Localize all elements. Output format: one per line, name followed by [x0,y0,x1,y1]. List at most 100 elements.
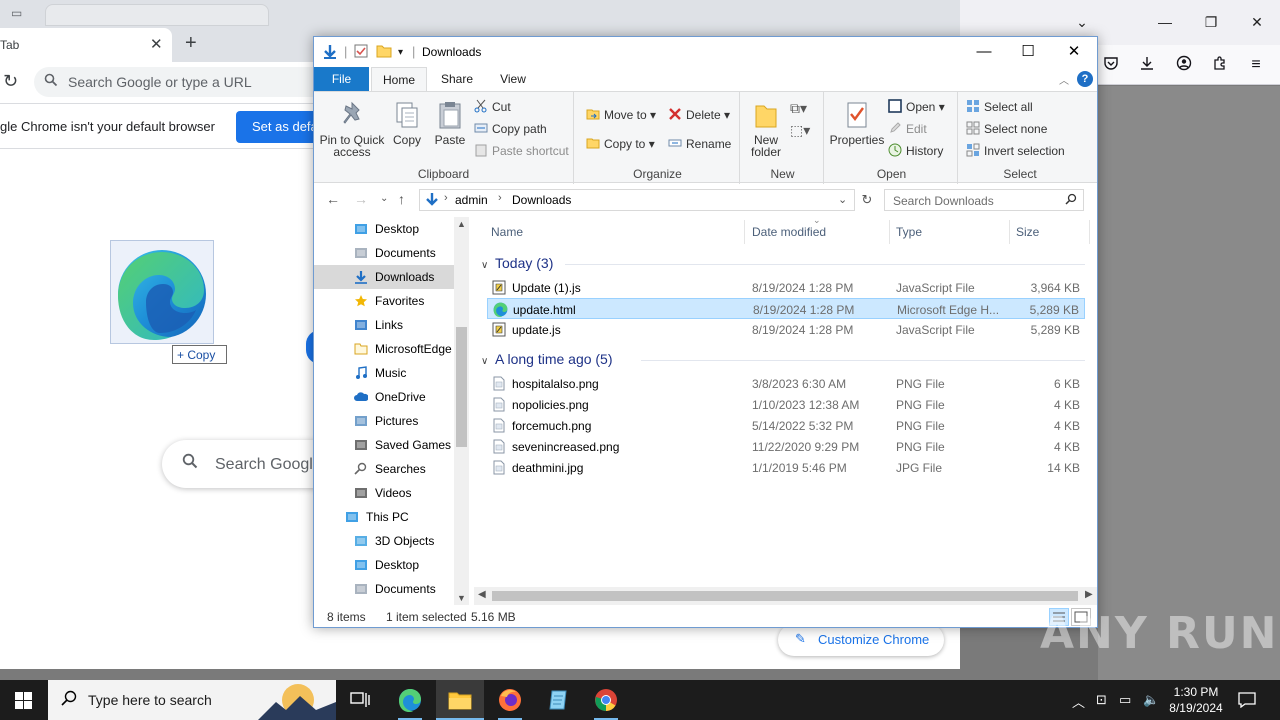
properties-button[interactable]: Properties [828,100,886,146]
breadcrumb-separator[interactable]: › [444,192,448,204]
column-size[interactable]: Size [1016,225,1039,239]
nav-item-downloads[interactable]: Downloads [314,265,454,289]
nav-item-links[interactable]: Links [314,313,454,337]
back-arrow-icon[interactable]: ← [326,191,340,207]
minimize-icon[interactable]: — [1153,10,1177,34]
account-icon[interactable] [1174,55,1194,75]
paste-button[interactable]: Paste [430,100,470,146]
collapse-ribbon-icon[interactable]: ︿ [1059,72,1069,87]
file-row[interactable]: Update (1).js 8/19/2024 1:28 PM JavaScript… [487,277,1085,298]
breadcrumb-admin[interactable]: admin [455,193,488,207]
start-button[interactable] [0,680,48,720]
easy-access-icon[interactable]: ⬚▾ [790,122,810,139]
copy-to-button[interactable]: Copy to ▾ [586,135,655,153]
customize-qat-icon[interactable]: ▾ [398,47,403,58]
chevron-down-icon[interactable]: ∨ [481,260,495,271]
network-icon[interactable]: ▭ [1119,692,1131,708]
rename-button[interactable]: Rename [668,135,731,153]
search-downloads-input[interactable]: Search Downloads [884,189,1084,211]
close-icon[interactable]: ✕ [1245,10,1269,34]
clock[interactable]: 1:30 PM 8/19/2024 [1160,684,1232,716]
file-row[interactable]: update.html 8/19/2024 1:28 PM Microsoft Ed… [487,298,1085,319]
nav-item-desktop[interactable]: Desktop [314,553,454,577]
properties-icon[interactable] [354,44,368,61]
file-row[interactable]: hospitalalso.png 3/8/2023 6:30 AM PNG File… [487,373,1085,394]
scroll-right-icon[interactable]: ▶ [1085,589,1093,600]
taskbar-chrome[interactable] [582,680,630,720]
paste-shortcut-button[interactable]: Paste shortcut [474,142,569,160]
invert-selection-button[interactable]: Invert selection [966,142,1065,160]
group-header[interactable]: ∨ A long time ago (5) [481,351,613,367]
nav-item-onedrive[interactable]: OneDrive [314,385,454,409]
column-separator[interactable] [1089,220,1090,244]
file-row[interactable]: deathmini.jpg 1/1/2019 5:46 PM JPG File 14 … [487,457,1085,478]
recent-locations-icon[interactable]: ⌄ [380,193,388,204]
delete-button[interactable]: Delete ▾ [668,106,730,124]
nav-item-documents[interactable]: Documents [314,577,454,601]
taskbar-notepad[interactable] [534,680,582,720]
nav-item-3d-objects[interactable]: 3D Objects [314,529,454,553]
customize-chrome-button[interactable]: ✎ Customize Chrome [778,624,944,656]
new-item-icon[interactable]: ⧉▾ [790,100,807,117]
downloads-icon[interactable] [1137,55,1157,75]
nav-scrollbar[interactable]: ▲ ▼ [454,217,469,607]
menu-icon[interactable]: ≡ [1246,55,1266,75]
tab-share[interactable]: Share [430,67,484,91]
nav-item-desktop[interactable]: Desktop [314,217,454,241]
address-bar[interactable]: › admin › Downloads ⌄ [419,189,855,211]
history-button[interactable]: History [888,142,943,160]
breadcrumb-separator[interactable]: › [498,192,502,204]
h-scroll-thumb[interactable] [492,591,1078,601]
move-to-button[interactable]: Move to ▾ [586,106,656,124]
tab-search-icon[interactable]: ▭ [11,6,22,20]
column-date-modified[interactable]: Date modified [752,225,826,239]
nav-item-documents[interactable]: Documents [314,241,454,265]
new-folder-icon[interactable] [376,44,392,61]
taskbar-firefox[interactable] [486,680,534,720]
copy-path-button[interactable]: Copy path [474,120,547,138]
volume-icon[interactable]: 🔈 [1143,692,1159,708]
select-none-button[interactable]: Select none [966,120,1047,138]
tab-home[interactable]: Home [371,67,427,91]
help-icon[interactable]: ? [1077,71,1093,87]
minimize-icon[interactable]: — [964,41,1004,63]
omnibox[interactable]: Search Google or type a URL [34,67,334,97]
chevron-down-icon[interactable]: ⌄ [1070,10,1094,34]
cut-button[interactable]: Cut [474,98,511,116]
pocket-icon[interactable] [1101,55,1121,75]
nav-item-music[interactable]: Music [314,361,454,385]
task-view-button[interactable] [336,680,384,720]
nav-item-this-pc[interactable]: This PC [314,505,454,529]
file-row[interactable]: forcemuch.png 5/14/2022 5:32 PM PNG File 4 … [487,415,1085,436]
nav-item-saved-games[interactable]: Saved Games [314,433,454,457]
forward-arrow-icon[interactable]: → [354,191,368,207]
chevron-down-icon[interactable]: ∨ [481,356,495,367]
new-folder-button[interactable]: New folder [746,100,786,158]
maximize-icon[interactable]: ☐ [1008,41,1048,63]
scroll-up-icon[interactable]: ▲ [457,219,466,229]
extensions-icon[interactable] [1210,55,1230,75]
edit-button[interactable]: Edit [888,120,927,138]
taskbar-edge[interactable] [386,680,434,720]
show-hidden-icons-icon[interactable]: ︿ [1072,692,1085,711]
horizontal-scrollbar[interactable]: ◀ ▶ [474,587,1097,605]
new-tab-icon[interactable]: + [185,32,197,55]
chrome-background-tab[interactable] [45,4,269,26]
close-icon[interactable]: ✕ [1054,41,1094,63]
column-separator[interactable] [889,220,890,244]
nav-item-pictures[interactable]: Pictures [314,409,454,433]
nav-item-microsoftedge[interactable]: MicrosoftEdge [314,337,454,361]
chevron-down-icon[interactable]: ⌄ [838,193,847,206]
scroll-left-icon[interactable]: ◀ [478,589,486,600]
taskbar-file-explorer[interactable] [436,680,484,720]
file-row[interactable]: nopolicies.png 1/10/2023 12:38 AM PNG File… [487,394,1085,415]
column-name[interactable]: Name [491,225,523,239]
nav-item-favorites[interactable]: Favorites [314,289,454,313]
up-arrow-icon[interactable]: ↑ [398,191,405,207]
taskbar-search-box[interactable]: Type here to search [48,680,336,720]
file-row[interactable]: update.js 8/19/2024 1:28 PM JavaScript Fil… [487,319,1085,340]
column-separator[interactable] [744,220,745,244]
nav-item-videos[interactable]: Videos [314,481,454,505]
file-row[interactable]: sevenincreased.png 11/22/2020 9:29 PM PNG … [487,436,1085,457]
column-type[interactable]: Type [896,225,922,239]
